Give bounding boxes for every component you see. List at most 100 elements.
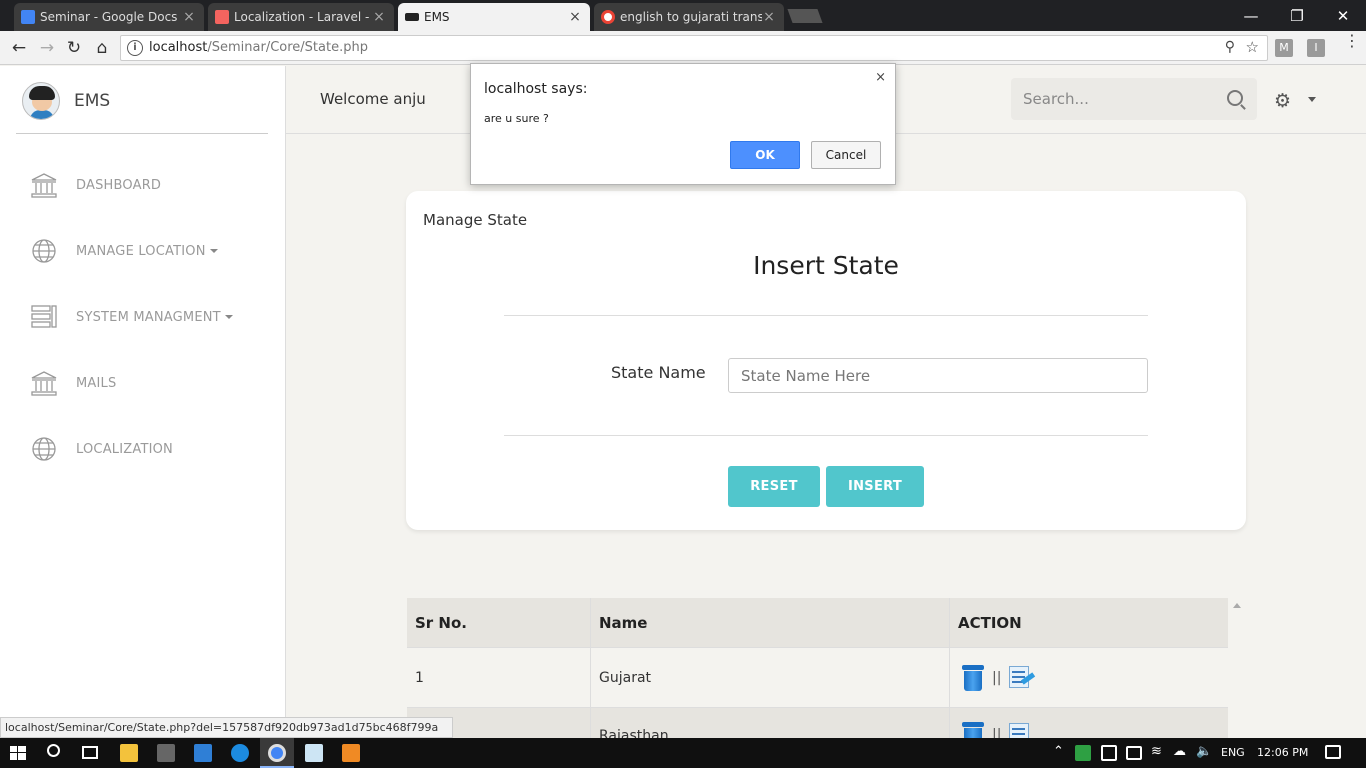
clock[interactable]: 12:06 PM	[1257, 746, 1308, 759]
divider	[504, 315, 1148, 316]
back-icon[interactable]: ←	[8, 37, 30, 59]
tray-network-icon[interactable]	[1101, 745, 1117, 761]
column-header: Name	[591, 598, 950, 647]
extension-icon-m[interactable]: M	[1275, 39, 1293, 57]
column-header: Sr No.	[407, 598, 591, 647]
tab-title: english to gujarati transl	[620, 10, 762, 24]
cloud-icon[interactable]: ☁	[1173, 744, 1186, 759]
tab-ems[interactable]: EMS ×	[398, 3, 590, 31]
store-icon[interactable]	[157, 744, 175, 762]
wifi-icon[interactable]: ≋	[1151, 744, 1162, 759]
ems-icon	[405, 13, 419, 21]
chrome-icon	[268, 744, 286, 762]
search-icon[interactable]	[47, 744, 60, 757]
sidebar-item-mails[interactable]: MAILS	[30, 368, 116, 398]
card-title: Manage State	[423, 211, 528, 229]
cancel-button[interactable]: Cancel	[811, 141, 881, 169]
layout-icon	[31, 305, 57, 328]
caret-down-icon[interactable]	[1308, 97, 1316, 102]
scroll-up-icon[interactable]	[1233, 603, 1241, 608]
confirm-dialog: localhost says: are u sure ? × OK Cancel	[470, 63, 896, 185]
menu-icon[interactable]: ⋮	[1344, 33, 1360, 49]
tab-title: Seminar - Google Docs	[40, 10, 178, 24]
minimize-icon[interactable]: —	[1228, 0, 1274, 31]
tab-laravel[interactable]: Localization - Laravel - Th ×	[208, 3, 394, 31]
tab-close-icon[interactable]: ×	[372, 9, 386, 25]
globe-icon	[32, 239, 56, 263]
url-text: localhost/Seminar/Core/State.php	[149, 40, 368, 55]
page-title: Insert State	[753, 251, 899, 280]
home-icon[interactable]: ⌂	[91, 37, 113, 59]
state-name-input[interactable]	[728, 358, 1148, 393]
trash-icon[interactable]	[962, 664, 984, 691]
search-icon[interactable]	[1227, 90, 1243, 106]
tab-close-icon[interactable]: ×	[762, 9, 776, 25]
insert-button[interactable]: INSERT	[826, 466, 924, 507]
chrome-taskbar-button[interactable]	[260, 738, 294, 768]
reset-button[interactable]: RESET	[728, 466, 820, 507]
tab-google-docs[interactable]: Seminar - Google Docs ×	[14, 3, 204, 31]
sublime-icon[interactable]	[342, 744, 360, 762]
sidebar-item-label: SYSTEM MANAGMENT	[76, 310, 233, 325]
welcome-text: Welcome anju	[320, 90, 426, 108]
new-tab-button[interactable]	[787, 9, 823, 23]
label-text: MANAGE LOCATION	[76, 243, 206, 259]
sidebar-item-label: LOCALIZATION	[76, 441, 173, 457]
window-close-icon[interactable]: ✕	[1320, 0, 1366, 31]
close-icon[interactable]: ×	[875, 70, 886, 85]
table-header: Sr No. Name ACTION	[407, 598, 1228, 648]
browser-toolbar: ← → ↻ ⌂ i localhost/Seminar/Core/State.p…	[0, 31, 1366, 65]
battery-icon[interactable]	[1126, 746, 1142, 760]
extension-icon-i[interactable]: I	[1307, 39, 1325, 57]
tab-title: Localization - Laravel - Th	[234, 10, 372, 24]
browser-tab-strip: Seminar - Google Docs × Localization - L…	[0, 0, 1366, 31]
notepad-icon[interactable]	[305, 744, 323, 762]
star-icon[interactable]: ☆	[1246, 38, 1259, 56]
language-indicator[interactable]: ENG	[1221, 746, 1245, 759]
zoom-icon[interactable]: ⚲	[1225, 39, 1235, 55]
file-explorer-icon[interactable]	[120, 744, 138, 762]
label-text: SYSTEM MANAGMENT	[76, 309, 221, 325]
volume-icon[interactable]: 🔈	[1196, 744, 1212, 759]
brand[interactable]: EMS	[22, 82, 110, 120]
tab-close-icon[interactable]: ×	[182, 9, 196, 25]
state-name-label: State Name	[611, 363, 706, 382]
search-input[interactable]: Search...	[1023, 90, 1089, 108]
action-cell: ||	[950, 648, 1228, 707]
state-table: Sr No. Name ACTION 1 Gujarat || 2 Rajast…	[407, 598, 1228, 748]
sidebar-item-manage-location[interactable]: MANAGE LOCATION	[30, 236, 218, 266]
column-header: ACTION	[958, 613, 1022, 632]
chevron-up-icon[interactable]: ⌃	[1053, 744, 1064, 759]
tab-close-icon[interactable]: ×	[568, 9, 582, 25]
google-icon	[601, 10, 615, 24]
sidebar-item-label: MAILS	[76, 375, 117, 391]
sidebar-item-localization[interactable]: LOCALIZATION	[30, 434, 173, 464]
avatar	[22, 82, 60, 120]
mail-icon[interactable]	[194, 744, 212, 762]
divider	[504, 435, 1148, 436]
sr-no-cell: 1	[407, 648, 591, 707]
sidebar-item-dashboard[interactable]: DASHBOARD	[30, 170, 161, 200]
docs-icon	[21, 10, 35, 24]
reload-icon[interactable]: ↻	[63, 37, 85, 59]
divider	[16, 133, 268, 134]
edge-icon[interactable]	[231, 744, 249, 762]
sidebar-item-system-managment[interactable]: SYSTEM MANAGMENT	[30, 302, 233, 332]
task-view-icon[interactable]	[82, 746, 98, 759]
address-bar[interactable]: i localhost/Seminar/Core/State.php ⚲ ☆	[120, 35, 1268, 61]
search-box[interactable]: Search...	[1011, 78, 1257, 120]
info-icon[interactable]: i	[127, 40, 143, 56]
ok-button[interactable]: OK	[730, 141, 800, 169]
gear-icon[interactable]: ⚙	[1274, 90, 1291, 112]
tab-google-translate[interactable]: english to gujarati transl ×	[594, 3, 784, 31]
caret-down-icon	[224, 315, 233, 319]
forward-icon[interactable]: →	[36, 37, 58, 59]
dialog-message: are u sure ?	[484, 112, 549, 125]
brand-name: EMS	[74, 91, 111, 111]
edit-icon[interactable]	[1009, 665, 1036, 690]
tray-app-icon[interactable]	[1075, 745, 1091, 761]
notification-icon[interactable]	[1325, 745, 1341, 759]
restore-icon[interactable]: ❐	[1274, 0, 1320, 31]
windows-start-icon[interactable]	[10, 746, 26, 760]
url-host: localhost	[149, 40, 208, 55]
